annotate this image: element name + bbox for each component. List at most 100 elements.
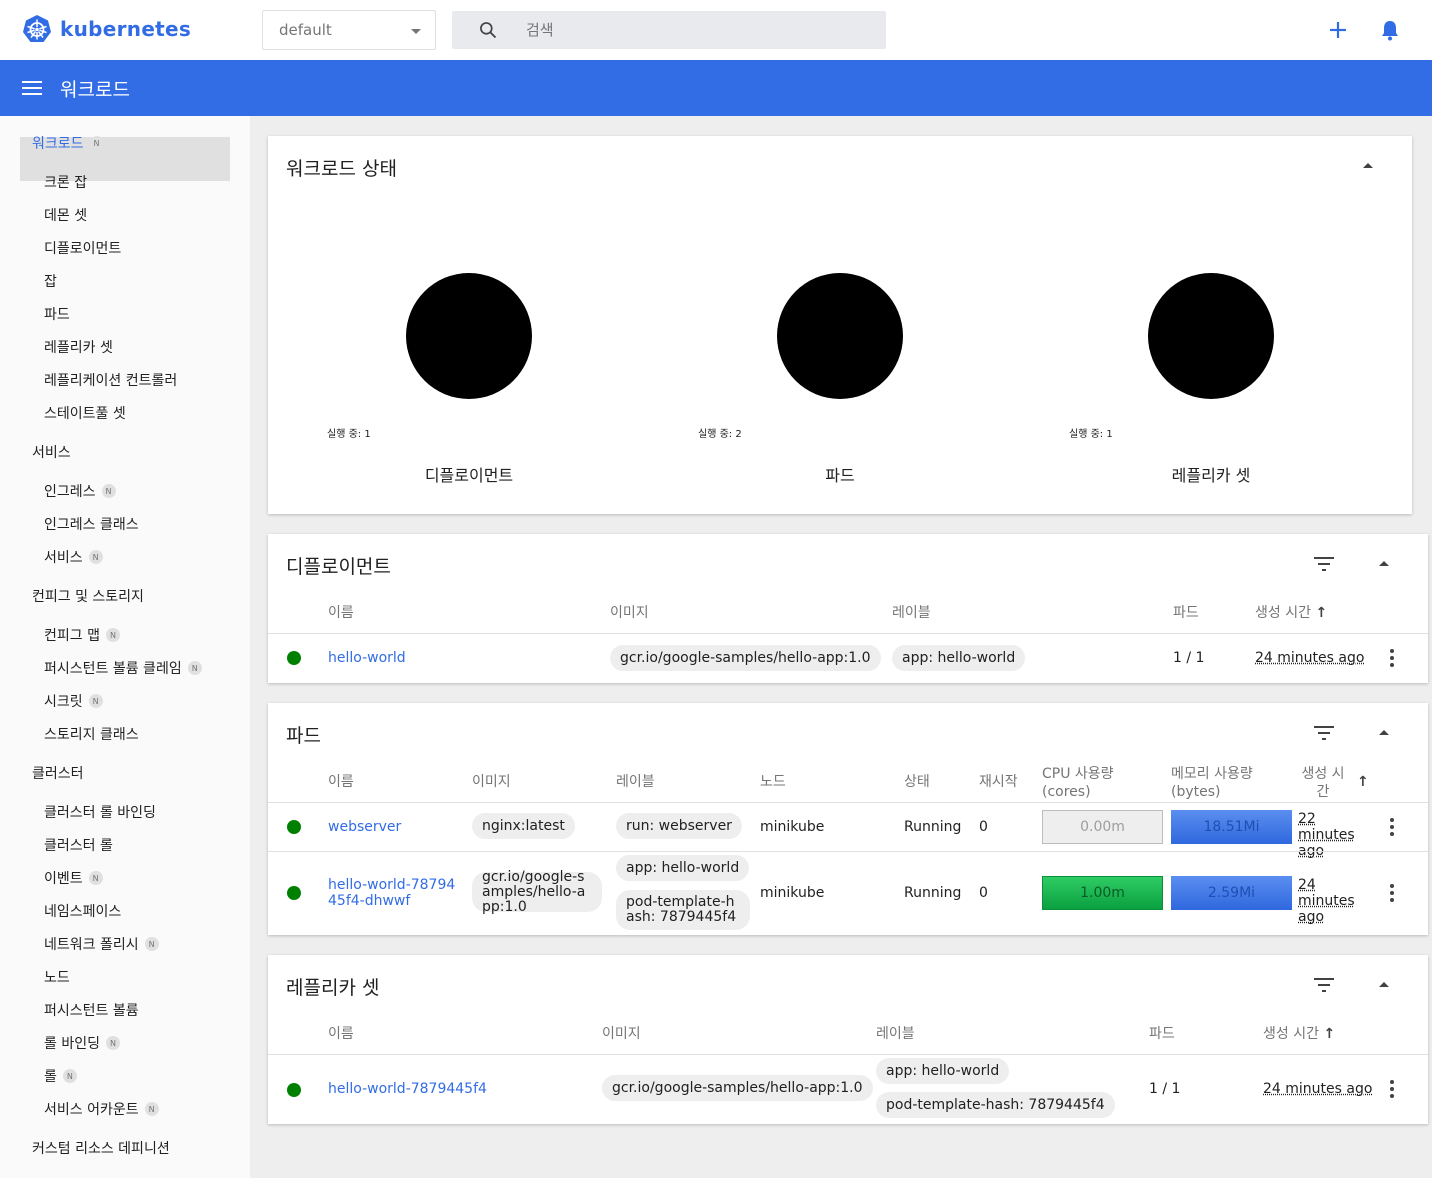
sidebar-item[interactable]: 디플로이먼트: [44, 234, 121, 262]
sidebar-item[interactable]: 롤 바인딩 N: [44, 1029, 120, 1057]
filter-icon[interactable]: [1314, 978, 1334, 992]
sidebar-item-label: 스테이트풀 셋: [44, 406, 126, 422]
sidebar-item-label: 스토리지 클래스: [44, 727, 139, 743]
sidebar-group[interactable]: 서비스: [32, 438, 71, 466]
sidebar-group[interactable]: 컨피그 및 스토리지: [32, 582, 144, 610]
created-time: 24 minutes ago: [1298, 877, 1355, 925]
sidebar-item[interactable]: 서비스 N: [44, 543, 103, 571]
notifications-button[interactable]: [1376, 16, 1404, 44]
column-header-image: 이미지: [610, 605, 649, 621]
kubernetes-logo[interactable]: kubernetes: [22, 14, 191, 44]
search-icon[interactable]: [478, 20, 498, 40]
plus-icon: [1330, 22, 1346, 38]
sidebar-item[interactable]: 스토리지 클래스: [44, 720, 139, 748]
menu-icon[interactable]: [22, 78, 42, 98]
sidebar-item[interactable]: 롤N: [44, 1062, 77, 1090]
column-header-labels: 레이블: [876, 1026, 915, 1042]
sidebar-item[interactable]: 스테이트풀 셋: [44, 399, 126, 427]
namespace-select[interactable]: default: [262, 10, 436, 50]
column-header-status: 상태: [904, 774, 930, 790]
sidebar-item[interactable]: 노드: [44, 963, 70, 991]
deployment-chart-label: 디플로이먼트: [424, 466, 514, 485]
sidebar-item[interactable]: 서비스 어카운트 N: [44, 1095, 159, 1123]
sidebar-item[interactable]: 잡: [44, 267, 57, 295]
pod-name-link[interactable]: hello-world-7879445f4-dhwwf: [328, 877, 458, 909]
sidebar-item[interactable]: 레플리카 셋: [44, 333, 113, 361]
collapse-icon[interactable]: [1379, 561, 1389, 566]
column-header-labels: 레이블: [616, 774, 655, 790]
sidebar-group[interactable]: 클러스터: [32, 759, 84, 787]
pods-count: 1 / 1: [1149, 1081, 1181, 1097]
sidebar-item-label: 워크로드: [32, 136, 84, 152]
pods-title: 파드: [286, 725, 321, 747]
namespaced-badge: N: [88, 871, 103, 885]
more-vert-icon[interactable]: [1390, 649, 1394, 667]
sidebar-item[interactable]: 인그레스 클래스: [44, 510, 139, 538]
sidebar-item[interactable]: 데몬 셋: [44, 201, 87, 229]
column-header-created[interactable]: 생성 시간: [1298, 765, 1348, 801]
sidebar-item-label: 인그레스 클래스: [44, 517, 139, 533]
column-header-image: 이미지: [602, 1026, 641, 1042]
node-name: minikube: [760, 819, 825, 835]
deployment-name-link[interactable]: hello-world: [328, 650, 406, 666]
collapse-icon[interactable]: [1379, 982, 1389, 987]
column-header-name[interactable]: 이름: [328, 1025, 354, 1043]
sidebar-item-label: 롤 바인딩: [44, 1036, 100, 1052]
label-chip: pod-template-hash: 7879445f4: [616, 890, 750, 930]
filter-icon[interactable]: [1314, 557, 1334, 571]
column-header-name[interactable]: 이름: [328, 604, 354, 622]
caret-down-icon: [411, 29, 421, 34]
sidebar-group[interactable]: 커스텀 리소스 데피니션: [32, 1134, 170, 1162]
sidebar-item[interactable]: 파드: [44, 300, 70, 328]
search-input[interactable]: [526, 11, 866, 49]
replicaset-chart-label: 레플리카 셋: [1171, 466, 1251, 485]
create-button[interactable]: [1324, 16, 1352, 44]
column-header-name[interactable]: 이름: [328, 773, 354, 791]
pod-status: Running: [904, 885, 962, 901]
column-header-image: 이미지: [472, 774, 511, 790]
column-header-pods: 파드: [1173, 605, 1199, 621]
sidebar-item[interactable]: 레플리케이션 컨트롤러: [44, 366, 177, 394]
replicaset-name-link[interactable]: hello-world-7879445f4: [328, 1081, 487, 1097]
pod-name-link[interactable]: webserver: [328, 819, 401, 835]
label-chip: app: hello-world: [876, 1058, 1010, 1084]
label-chip: pod-template-hash: 7879445f4: [876, 1092, 1115, 1118]
sidebar-item[interactable]: 컨피그 맵 N: [44, 621, 120, 649]
collapse-icon[interactable]: [1379, 730, 1389, 735]
sidebar-item-label: 레플리케이션 컨트롤러: [44, 373, 178, 389]
sidebar-item[interactable]: 크론 잡: [44, 168, 87, 196]
sidebar-item[interactable]: 인그레스 N: [44, 477, 116, 505]
sidebar-item[interactable]: 클러스터 롤 바인딩: [44, 798, 156, 826]
sidebar-item[interactable]: 클러스터 롤: [44, 831, 113, 859]
collapse-icon[interactable]: [1363, 163, 1373, 168]
column-header-memory: 메모리 사용량 (bytes): [1171, 766, 1253, 800]
kubernetes-wheel-icon: [23, 15, 51, 42]
sidebar-item[interactable]: 네임스페이스: [44, 897, 121, 925]
column-header-created[interactable]: 생성 시간 ↑: [1255, 604, 1327, 622]
column-header-cpu: CPU 사용량 (cores): [1042, 766, 1114, 800]
sidebar-group[interactable]: 워크로드 N: [32, 129, 104, 157]
sidebar-item[interactable]: 퍼시스턴트 볼륨: [44, 996, 139, 1024]
pod-status: Running: [904, 819, 962, 835]
sidebar-item-label: 컨피그 맵: [44, 628, 100, 644]
sidebar-item-label: 시크릿: [44, 694, 83, 710]
filter-icon[interactable]: [1314, 726, 1334, 740]
more-vert-icon[interactable]: [1390, 884, 1394, 902]
sidebar-item-label: 서비스 어카운트: [44, 1102, 139, 1118]
sidebar-item[interactable]: 이벤트 N: [44, 864, 103, 892]
namespaced-badge: N: [105, 1036, 120, 1050]
sidebar-item[interactable]: 퍼시스턴트 볼륨 클레임 N: [44, 654, 202, 682]
more-vert-icon[interactable]: [1390, 818, 1394, 836]
created-time: 24 minutes ago: [1255, 650, 1365, 666]
sidebar-item-label: 네트워크 폴리시: [44, 937, 139, 953]
sidebar-item-label: 퍼시스턴트 볼륨 클레임: [44, 661, 182, 677]
status-running-icon: [287, 820, 301, 834]
sort-arrow-icon[interactable]: ↑: [1357, 773, 1369, 791]
cpu-usage-bar: 0.00m: [1042, 810, 1163, 844]
sidebar-item-label: 디플로이먼트: [44, 241, 122, 257]
sidebar-item[interactable]: 시크릿 N: [44, 687, 103, 715]
column-header-created[interactable]: 생성 시간 ↑: [1263, 1025, 1335, 1043]
more-vert-icon[interactable]: [1390, 1080, 1394, 1098]
sidebar-item-label: 레플리카 셋: [44, 340, 113, 356]
sidebar-item[interactable]: 네트워크 폴리시 N: [44, 930, 159, 958]
